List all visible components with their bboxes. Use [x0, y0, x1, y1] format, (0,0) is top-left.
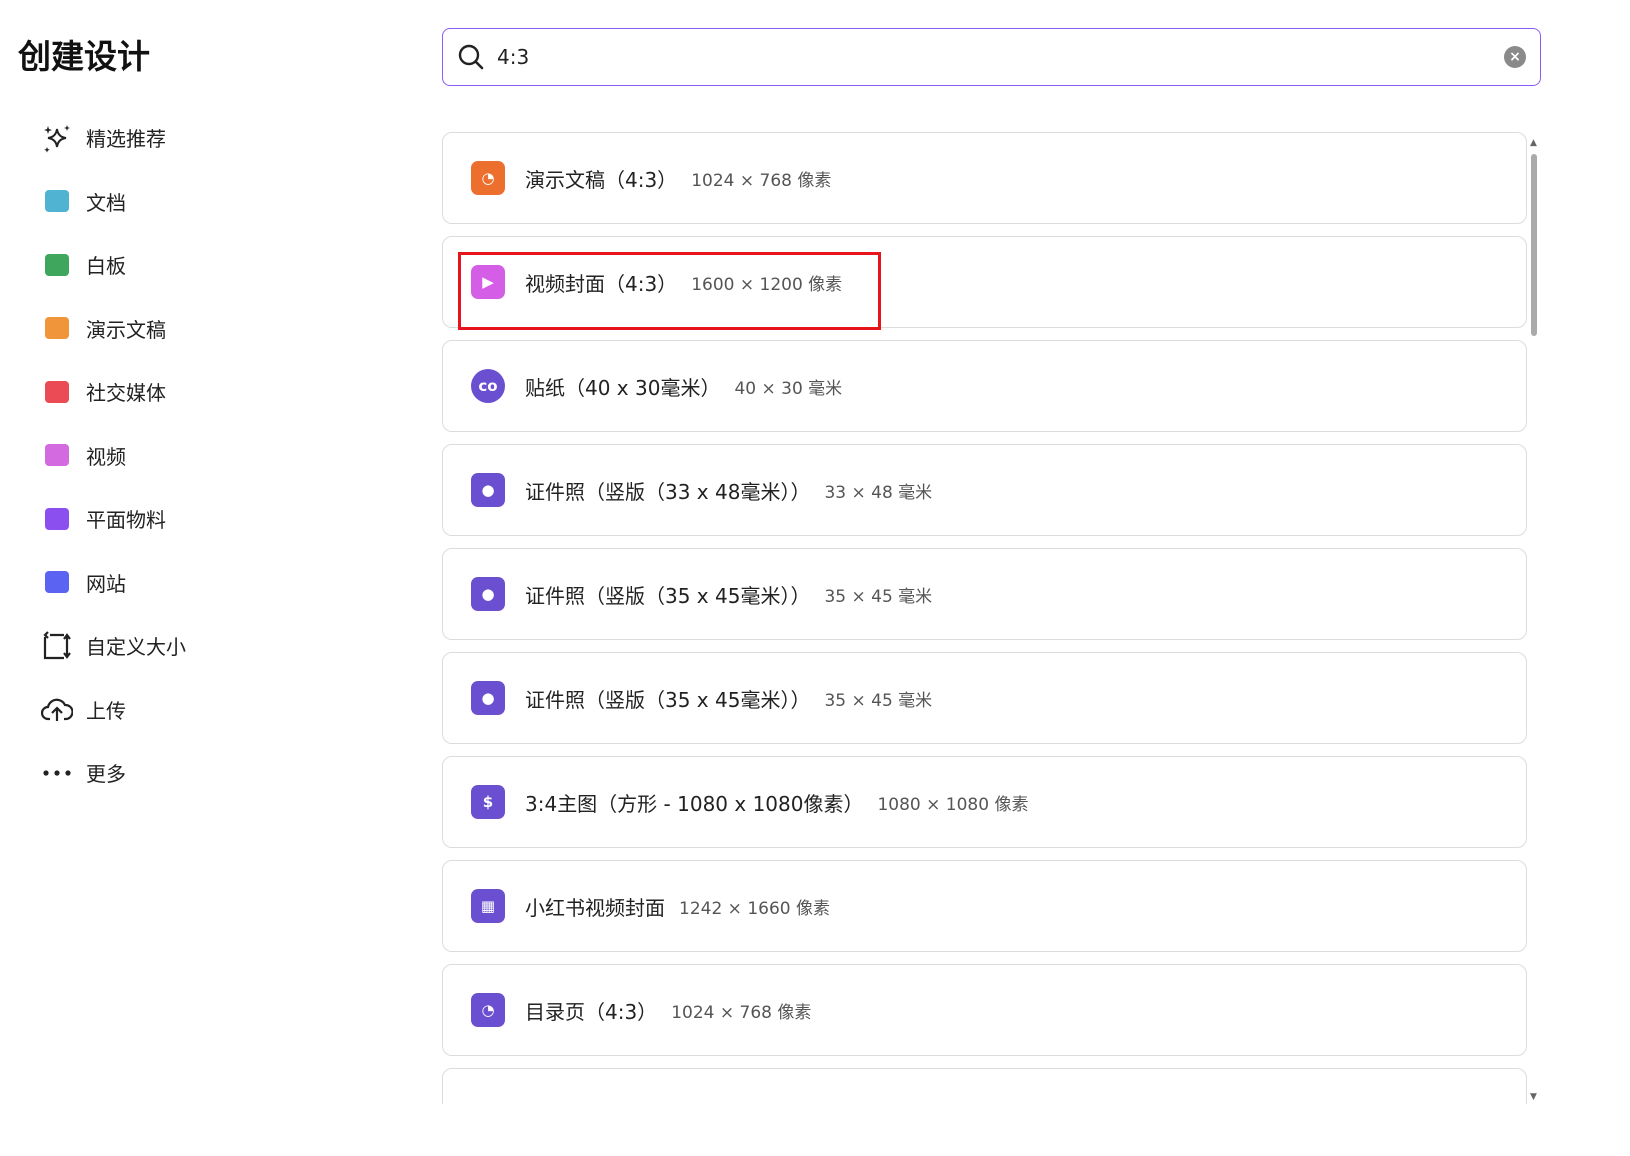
result-item[interactable]: ▦ 小红书视频封面 1242 × 1660 像素 — [442, 860, 1527, 952]
presentation-icon: ◔ — [471, 161, 505, 195]
sidebar-item-5[interactable]: 视频 — [40, 424, 340, 488]
result-item[interactable]: $3:4主图（方形 - 1080 x 1080像素） 1080 × 1080 像素 — [442, 756, 1527, 848]
id-photo-icon: ● — [471, 473, 505, 507]
result-item[interactable]: ● 证件照（竖版（33 x 48毫米）） 33 × 48 毫米 — [442, 444, 1527, 536]
whiteboard-icon — [40, 248, 74, 282]
result-name: 目录页（4:3） — [525, 999, 658, 1024]
sidebar-nav: 精选推荐文档白板演示文稿社交媒体视频平面物料网站自定义大小上传更多 — [40, 106, 340, 805]
result-dimensions: 1080 × 1080 像素 — [877, 794, 1029, 815]
sparkles-icon — [40, 121, 74, 155]
result-item[interactable]: ▶ 视频封面（4:3） 1600 × 1200 像素 — [442, 236, 1527, 328]
sidebar-item-label: 视频 — [86, 444, 126, 469]
result-dimensions: 40 × 30 毫米 — [734, 378, 843, 399]
doc-icon — [40, 184, 74, 218]
website-icon — [40, 565, 74, 599]
result-dimensions: 33 × 48 毫米 — [824, 482, 933, 503]
sidebar-item-0[interactable]: 精选推荐 — [40, 106, 340, 170]
result-item[interactable]: ● 证件照（竖版（35 x 45毫米）） 35 × 45 毫米 — [442, 652, 1527, 744]
sidebar-item-8[interactable]: 自定义大小 — [40, 614, 340, 678]
video-icon — [40, 438, 74, 472]
upload-cloud-icon — [40, 692, 74, 726]
search-input[interactable] — [497, 45, 1504, 69]
resize-icon — [40, 629, 74, 663]
result-dimensions: 1242 × 1660 像素 — [679, 898, 830, 919]
result-item-partial[interactable] — [442, 1068, 1527, 1106]
result-dimensions: 35 × 45 毫米 — [824, 586, 933, 607]
result-dimensions: 1600 × 1200 像素 — [691, 274, 843, 295]
sidebar-item-1[interactable]: 文档 — [40, 170, 340, 234]
more-icon — [40, 756, 74, 790]
result-dimensions: 1024 × 768 像素 — [691, 170, 832, 191]
sidebar-item-6[interactable]: 平面物料 — [40, 487, 340, 551]
sidebar-item-label: 演示文稿 — [86, 317, 166, 342]
search-icon — [458, 44, 484, 70]
sidebar-item-4[interactable]: 社交媒体 — [40, 360, 340, 424]
result-name: 演示文稿（4:3） — [525, 167, 678, 192]
video-icon: ▶ — [471, 265, 505, 299]
id-photo-icon: ● — [471, 577, 505, 611]
sidebar-item-10[interactable]: 更多 — [40, 741, 340, 805]
results-list: ◔ 演示文稿（4:3） 1024 × 768 像素 ▶ 视频封面（4:3） 1600 × … — [442, 132, 1527, 1106]
page-title: 创建设计 — [18, 37, 150, 76]
result-dimensions: 35 × 45 毫米 — [824, 690, 933, 711]
sidebar-item-label: 精选推荐 — [86, 127, 166, 152]
sidebar-item-7[interactable]: 网站 — [40, 551, 340, 615]
result-item[interactable]: ◔ 目录页（4:3） 1024 × 768 像素 — [442, 964, 1527, 1056]
result-item[interactable]: ◔ 演示文稿（4:3） 1024 × 768 像素 — [442, 132, 1527, 224]
result-name: 贴纸（40 x 30毫米） — [525, 375, 721, 400]
sidebar-item-label: 网站 — [86, 571, 126, 596]
sidebar-item-3[interactable]: 演示文稿 — [40, 297, 340, 361]
layout-icon: ▦ — [471, 889, 505, 923]
sidebar-item-label: 社交媒体 — [86, 381, 166, 406]
sticker-icon: co — [471, 369, 505, 403]
printer-icon — [40, 502, 74, 536]
result-name: 证件照（竖版（35 x 45毫米）） — [525, 687, 811, 712]
result-name: 3:4主图（方形 - 1080 x 1080像素） — [525, 791, 864, 816]
clear-search-button[interactable]: × — [1504, 46, 1526, 68]
product-image-icon: $ — [471, 785, 505, 819]
presentation-icon — [40, 311, 74, 345]
result-name: 证件照（竖版（33 x 48毫米）） — [525, 479, 811, 504]
result-item[interactable]: co 贴纸（40 x 30毫米） 40 × 30 毫米 — [442, 340, 1527, 432]
sidebar-item-9[interactable]: 上传 — [40, 678, 340, 742]
scrollbar[interactable]: ▲ ▼ — [1528, 138, 1540, 1102]
sidebar-item-label: 上传 — [86, 698, 126, 723]
sidebar-item-label: 白板 — [86, 254, 126, 279]
result-name: 小红书视频封面 — [525, 895, 665, 920]
sidebar-item-label: 文档 — [86, 190, 126, 215]
result-name: 证件照（竖版（35 x 45毫米）） — [525, 583, 811, 608]
result-name: 视频封面（4:3） — [525, 271, 678, 296]
id-photo-icon: ● — [471, 681, 505, 715]
result-dimensions: 1024 × 768 像素 — [671, 1002, 812, 1023]
sidebar-item-label: 平面物料 — [86, 508, 166, 533]
heart-icon — [40, 375, 74, 409]
search-bar: × — [442, 28, 1541, 86]
sidebar-item-2[interactable]: 白板 — [40, 233, 340, 297]
list-clip — [442, 1104, 1532, 1156]
result-item[interactable]: ● 证件照（竖版（35 x 45毫米）） 35 × 45 毫米 — [442, 548, 1527, 640]
sidebar-item-label: 自定义大小 — [86, 635, 186, 660]
sidebar-item-label: 更多 — [86, 762, 126, 787]
presentation-icon: ◔ — [471, 993, 505, 1027]
